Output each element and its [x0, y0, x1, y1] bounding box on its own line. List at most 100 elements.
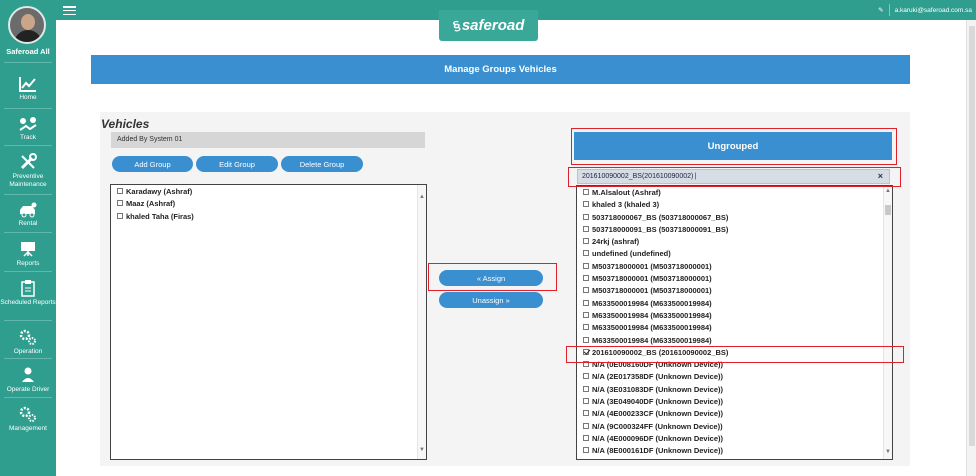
- sidebar-item-track[interactable]: Track: [0, 116, 56, 142]
- edit-group-button[interactable]: Edit Group: [196, 156, 278, 172]
- list-item[interactable]: 201610090002_BS (201610090002_BS): [577, 347, 892, 359]
- gears-icon: [19, 406, 36, 422]
- logo-text: saferoad: [461, 17, 525, 34]
- sidebar: Saferoad All Home Track Preventive Maint…: [0, 0, 56, 476]
- assign-button[interactable]: « Assign: [439, 270, 543, 286]
- top-right-user[interactable]: ✎ a.karuki@saferoad.com.sa: [878, 4, 972, 16]
- list-item[interactable]: 503718000091_BS (503718000091_BS): [577, 224, 892, 236]
- list-item[interactable]: N/A (3E049040DF (Unknown Device)): [577, 396, 892, 408]
- list-item[interactable]: M503718000001 (M503718000001): [577, 285, 892, 297]
- sidebar-item-rental[interactable]: Rental: [0, 202, 56, 228]
- scroll-up-icon[interactable]: ▲: [885, 188, 891, 194]
- list-item[interactable]: N/A (4E000233CF (Unknown Device)): [577, 408, 892, 420]
- clear-icon[interactable]: ×: [878, 171, 883, 181]
- scrollbar[interactable]: ▲ ▼: [417, 185, 426, 459]
- list-item[interactable]: N/A (0E008160DF (Unknown Device)): [577, 359, 892, 371]
- list-item[interactable]: khaled Taha (Firas): [111, 211, 426, 223]
- checkbox[interactable]: [583, 287, 589, 294]
- checkbox[interactable]: [583, 336, 589, 343]
- list-item[interactable]: N/A (3E031083DF (Unknown Device)): [577, 384, 892, 396]
- scroll-down-icon[interactable]: ▼: [885, 449, 891, 455]
- checkbox-checked[interactable]: [583, 348, 589, 355]
- section-title: Vehicles: [101, 117, 150, 131]
- list-item[interactable]: M633500019984 (M633500019984): [577, 298, 892, 310]
- list-item[interactable]: 24rkj (ashraf): [577, 236, 892, 248]
- list-item[interactable]: Karadawy (Ashraf): [111, 186, 426, 198]
- checkbox[interactable]: [583, 385, 589, 392]
- sidebar-item-label: Operate Driver: [6, 386, 50, 393]
- page-scroll-thumb[interactable]: [969, 26, 975, 446]
- list-item[interactable]: M633500019984 (M633500019984): [577, 335, 892, 347]
- list-item[interactable]: Maaz (Ashraf): [111, 198, 426, 210]
- add-group-button[interactable]: Add Group: [112, 156, 193, 172]
- checkbox[interactable]: [117, 188, 123, 194]
- group-selector[interactable]: Added By System 01: [111, 132, 425, 148]
- page-scrollbar[interactable]: [966, 20, 976, 476]
- gears-icon: [19, 329, 36, 345]
- list-item[interactable]: M633500019984 (M633500019984): [577, 310, 892, 322]
- sidebar-item-label: Preventive Maintenance: [9, 173, 47, 188]
- checkbox[interactable]: [583, 410, 589, 417]
- sidebar-item-label: Home: [19, 94, 37, 101]
- track-icon: [19, 117, 37, 131]
- checkbox[interactable]: [583, 213, 589, 220]
- checkbox[interactable]: [583, 373, 589, 380]
- checkbox[interactable]: [583, 201, 589, 208]
- checkbox[interactable]: [583, 225, 589, 232]
- unassign-button[interactable]: Unassign »: [439, 292, 543, 308]
- list-item[interactable]: N/A (2E017358DF (Unknown Device)): [577, 371, 892, 383]
- sidebar-item-operation[interactable]: Operation: [0, 328, 56, 356]
- ungrouped-vehicle-list[interactable]: M.Alsalout (Ashraf) khaled 3 (khaled 3) 50…: [576, 185, 893, 460]
- ungrouped-header: Ungrouped: [574, 132, 892, 160]
- scroll-up-icon[interactable]: ▲: [419, 194, 425, 200]
- sidebar-item-home[interactable]: Home: [0, 76, 56, 102]
- sidebar-item-label: Management: [9, 425, 47, 432]
- checkbox[interactable]: [583, 275, 589, 282]
- checkbox[interactable]: [583, 262, 589, 269]
- checkbox[interactable]: [583, 250, 589, 257]
- list-item[interactable]: M503718000001 (M503718000001): [577, 273, 892, 285]
- selected-tag: 201610090002_BS(201610090002): [582, 173, 694, 180]
- list-item[interactable]: N/A (8E000161DF (Unknown Device)): [577, 445, 892, 457]
- sidebar-item-management[interactable]: Management: [0, 405, 56, 433]
- list-item[interactable]: M.Alsalout (Ashraf): [577, 187, 892, 199]
- checkbox[interactable]: [583, 434, 589, 441]
- checkbox[interactable]: [583, 238, 589, 245]
- selected-vehicles-input[interactable]: 201610090002_BS(201610090002) | ×: [577, 169, 890, 184]
- list-item[interactable]: khaled 3 (khaled 3): [577, 199, 892, 211]
- scrollbar[interactable]: ▲ ▼: [883, 186, 892, 459]
- checkbox[interactable]: [583, 311, 589, 318]
- home-chart-icon: [19, 77, 36, 92]
- avatar[interactable]: [8, 6, 46, 44]
- list-item[interactable]: M503718000001 (M503718000001): [577, 261, 892, 273]
- delete-group-button[interactable]: Delete Group: [281, 156, 363, 172]
- page-title: Manage Groups Vehicles: [91, 55, 910, 84]
- list-item[interactable]: N/A (4E000096DF (Unknown Device)): [577, 433, 892, 445]
- sidebar-item-label: Rental: [18, 220, 38, 227]
- saferoad-logo-icon: §: [450, 17, 462, 34]
- sidebar-item-scheduled-reports[interactable]: Scheduled Reports: [0, 279, 56, 307]
- checkbox[interactable]: [583, 324, 589, 331]
- group-vehicle-list[interactable]: Karadawy (Ashraf) Maaz (Ashraf) khaled T…: [110, 184, 427, 460]
- checkbox[interactable]: [117, 200, 123, 207]
- checkbox[interactable]: [583, 361, 589, 368]
- presentation-icon: [21, 242, 35, 257]
- driver-icon: [22, 367, 34, 382]
- scroll-down-icon[interactable]: ▼: [419, 447, 425, 453]
- hamburger-menu-icon[interactable]: [63, 6, 76, 16]
- list-item[interactable]: undefined (undefined): [577, 248, 892, 260]
- sidebar-item-reports[interactable]: Reports: [0, 240, 56, 268]
- scroll-thumb[interactable]: [885, 205, 891, 215]
- checkbox[interactable]: [583, 447, 589, 454]
- list-item[interactable]: N/A (9C000324FF (Unknown Device)): [577, 421, 892, 433]
- list-item[interactable]: M633500019984 (M633500019984): [577, 322, 892, 334]
- saferoad-logo: § saferoad: [439, 10, 538, 41]
- checkbox[interactable]: [583, 398, 589, 405]
- checkbox[interactable]: [117, 212, 123, 219]
- list-item[interactable]: 503718000067_BS (503718000067_BS): [577, 212, 892, 224]
- checkbox[interactable]: [583, 299, 589, 306]
- checkbox[interactable]: [583, 422, 589, 429]
- sidebar-item-operate-driver[interactable]: Operate Driver: [0, 366, 56, 394]
- sidebar-item-preventive-maintenance[interactable]: Preventive Maintenance: [0, 153, 56, 189]
- checkbox[interactable]: [583, 189, 589, 195]
